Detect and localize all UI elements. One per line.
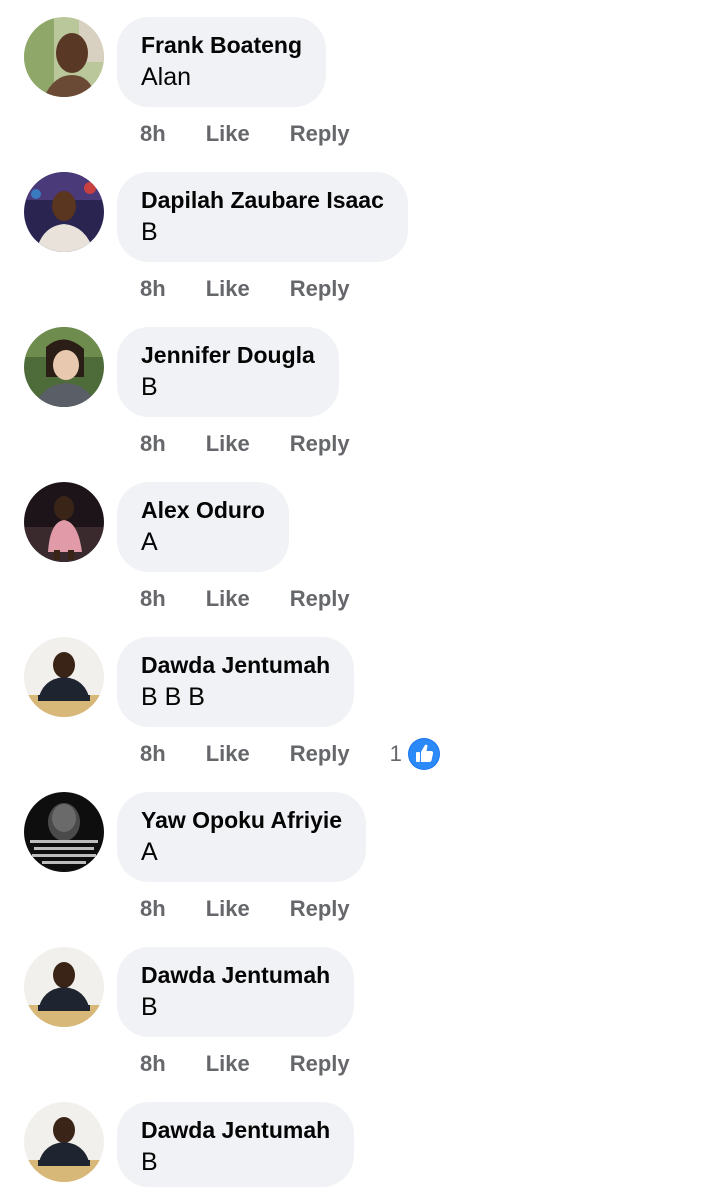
comment-author[interactable]: Yaw Opoku Afriyie [141,805,342,835]
photo-avatar-icon [24,17,104,97]
comment-author[interactable]: Dawda Jentumah [141,1115,330,1145]
comment-bubble: Jennifer Dougla B [117,327,339,417]
comment-actions: 8h Like Reply [140,427,350,461]
like-button[interactable]: Like [206,741,250,767]
comment-actions: 8h Like Reply [140,582,350,616]
reaction-count: 1 [389,741,402,766]
reply-button[interactable]: Reply [290,1051,350,1077]
comment-item: Dawda Jentumah B 8h Like Reply [0,947,720,1102]
comment-author[interactable]: Frank Boateng [141,30,302,60]
comment-actions: 8h Like Reply [140,272,350,306]
comment-actions: 8h Like Reply [140,117,350,151]
avatar[interactable] [24,17,104,97]
photo-avatar-icon [24,637,104,717]
comment-item: Frank Boateng Alan 8h Like Reply [0,17,720,172]
comment-actions: 8h Like Reply [140,892,350,926]
comment-item: Dawda Jentumah B B B 8h Like Reply 1 [0,637,720,792]
comment-timestamp[interactable]: 8h [140,896,166,922]
comment-bubble: Frank Boateng Alan [117,17,327,107]
avatar[interactable] [24,327,104,407]
reply-button[interactable]: Reply [290,276,350,302]
like-button[interactable]: Like [206,276,250,302]
reply-button[interactable]: Reply [290,896,350,922]
reply-button[interactable]: Reply [290,121,350,147]
avatar[interactable] [24,637,104,717]
comment-item: Yaw Opoku Afriyie A 8h Like Reply [0,792,720,947]
comment-text: A [141,528,158,556]
like-button[interactable]: Like [206,1051,250,1077]
comment-author[interactable]: Alex Oduro [141,495,265,525]
comment-item: Dawda Jentumah B [0,1102,720,1187]
avatar[interactable] [24,1102,104,1182]
comment-item: Dapilah Zaubare Isaac B 8h Like Reply [0,172,720,327]
comment-text: B [141,373,158,401]
photo-avatar-icon [24,172,104,252]
photo-avatar-icon [24,1102,104,1182]
comment-timestamp[interactable]: 8h [140,121,166,147]
comment-item: Alex Oduro A 8h Like Reply [0,482,720,637]
comment-bubble: Dawda Jentumah B B B [117,637,355,727]
like-button[interactable]: Like [206,896,250,922]
reply-button[interactable]: Reply [290,586,350,612]
comment-bubble: Yaw Opoku Afriyie A [117,792,367,882]
like-button[interactable]: Like [206,121,250,147]
comment-text: Alan [141,63,192,91]
comment-author[interactable]: Dawda Jentumah [141,960,330,990]
comment-text: A [141,838,158,866]
comment-bubble: Alex Oduro A [117,482,289,572]
avatar[interactable] [24,482,104,562]
comment-bubble: Dawda Jentumah B [117,1102,355,1187]
comment-actions: 8h Like Reply [140,1047,350,1081]
like-button[interactable]: Like [206,586,250,612]
comment-timestamp[interactable]: 8h [140,1051,166,1077]
reaction-summary[interactable]: 1 [390,738,440,770]
comment-actions: 8h Like Reply 1 [140,737,440,771]
comment-timestamp[interactable]: 8h [140,276,166,302]
comment-text: B [141,1148,158,1176]
comment-author[interactable]: Dapilah Zaubare Isaac [141,185,384,215]
thumbs-up-icon [407,738,440,770]
like-button[interactable]: Like [206,431,250,457]
photo-avatar-icon [24,482,104,562]
avatar[interactable] [24,947,104,1027]
reply-button[interactable]: Reply [290,431,350,457]
photo-avatar-icon [24,327,104,407]
comment-author[interactable]: Jennifer Dougla [141,340,315,370]
comment-bubble: Dapilah Zaubare Isaac B [117,172,408,262]
avatar[interactable] [24,172,104,252]
comment-timestamp[interactable]: 8h [140,586,166,612]
comment-author[interactable]: Dawda Jentumah [141,650,330,680]
photo-avatar-icon [24,792,104,872]
comment-text: B [141,993,158,1021]
comment-text: B [141,218,158,246]
comment-timestamp[interactable]: 8h [140,431,166,457]
comment-bubble: Dawda Jentumah B [117,947,355,1037]
comment-item: Jennifer Dougla B 8h Like Reply [0,327,720,482]
photo-avatar-icon [24,947,104,1027]
comment-text: B B B [141,683,205,711]
avatar[interactable] [24,792,104,872]
comment-timestamp[interactable]: 8h [140,741,166,767]
reply-button[interactable]: Reply [290,741,350,767]
